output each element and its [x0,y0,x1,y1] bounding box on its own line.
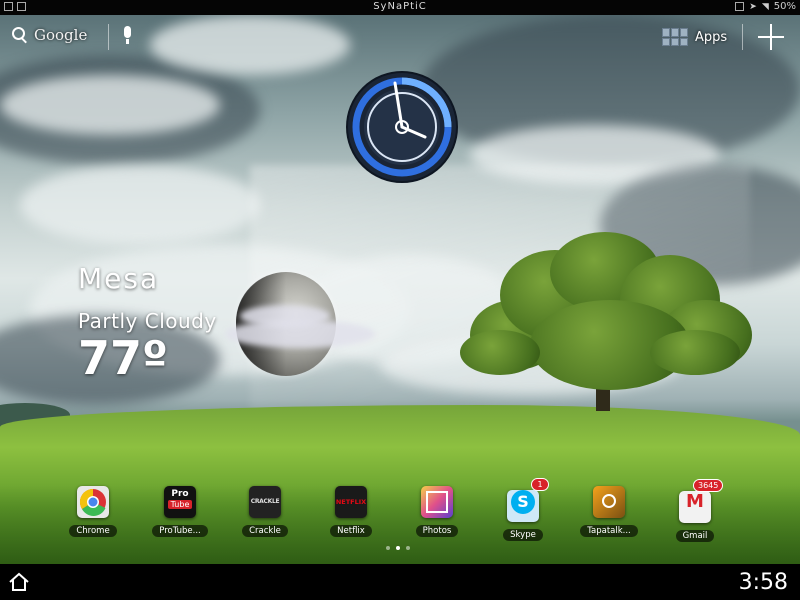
location-icon: ➤ [749,1,757,12]
apps-grid-icon [662,28,688,46]
dock-label: Skype [503,529,543,541]
dock-label: Crackle [242,525,288,537]
mail-icon [735,2,745,11]
analog-clock-widget[interactable] [345,70,459,184]
dock-app-chrome[interactable]: Chrome [63,486,123,537]
battery-level: 50% [773,1,796,12]
add-widget-button[interactable] [758,24,784,50]
dock-app-gmail[interactable]: M 3645 Gmail [665,479,725,542]
clock-time[interactable]: 3:58 [739,570,788,595]
chrome-icon[interactable] [77,486,109,518]
search-icon[interactable] [12,27,28,43]
page-indicator [386,546,410,550]
dock-label: ProTube... [152,525,208,537]
home-icon[interactable] [8,572,30,592]
dock-app-protube[interactable]: Pro Tube ProTube... [150,486,210,537]
weather-widget[interactable]: Mesa Partly Cloudy 77º [78,262,217,381]
search-label[interactable]: Google [34,26,87,44]
dock-app-tapatalk[interactable]: Tapatalk... [579,486,639,537]
weather-temperature: 77º [78,331,168,385]
protube-icon[interactable]: Pro Tube [164,486,196,518]
apps-divider [742,24,743,50]
apps-label: Apps [695,29,728,45]
gmail-icon[interactable]: M 3645 [679,479,724,523]
dock-app-netflix[interactable]: NETFLIX Netflix [321,486,381,537]
dock-label: Chrome [69,525,117,537]
page-dot[interactable] [386,546,390,550]
page-dot[interactable] [406,546,410,550]
status-bar: SyNaPtiC ➤ ◥ 50% [0,0,800,15]
dock-app-skype[interactable]: S 1 Skype [493,478,553,541]
status-title: SyNaPtiC [373,1,427,12]
photos-icon[interactable] [421,486,453,518]
dock-label: Tapatalk... [580,525,638,537]
skype-icon[interactable]: S 1 [507,478,549,522]
netflix-icon[interactable]: NETFLIX [335,486,367,518]
dock-app-photos[interactable]: Photos [407,486,467,537]
gmail-unread-badge: 3645 [693,479,724,492]
apps-button[interactable]: Apps [662,28,727,46]
wifi-icon: ◥ [761,1,769,12]
dock-label: Gmail [675,530,715,542]
navigation-bar: 3:58 [0,564,800,600]
tapatalk-icon[interactable] [593,486,625,518]
dock-label: Photos [415,525,459,537]
dock-app-crackle[interactable]: CRACKLE Crackle [235,486,295,537]
google-search-bar[interactable]: Google [12,26,87,44]
skype-notification-badge: 1 [531,478,549,491]
search-divider [108,24,109,50]
weather-condition: Partly Cloudy [78,309,217,333]
microphone-icon[interactable] [124,26,131,44]
dock-label: Netflix [330,525,372,537]
crackle-icon[interactable]: CRACKLE [249,486,281,518]
weather-city: Mesa [78,262,160,295]
page-dot-current[interactable] [396,546,400,550]
